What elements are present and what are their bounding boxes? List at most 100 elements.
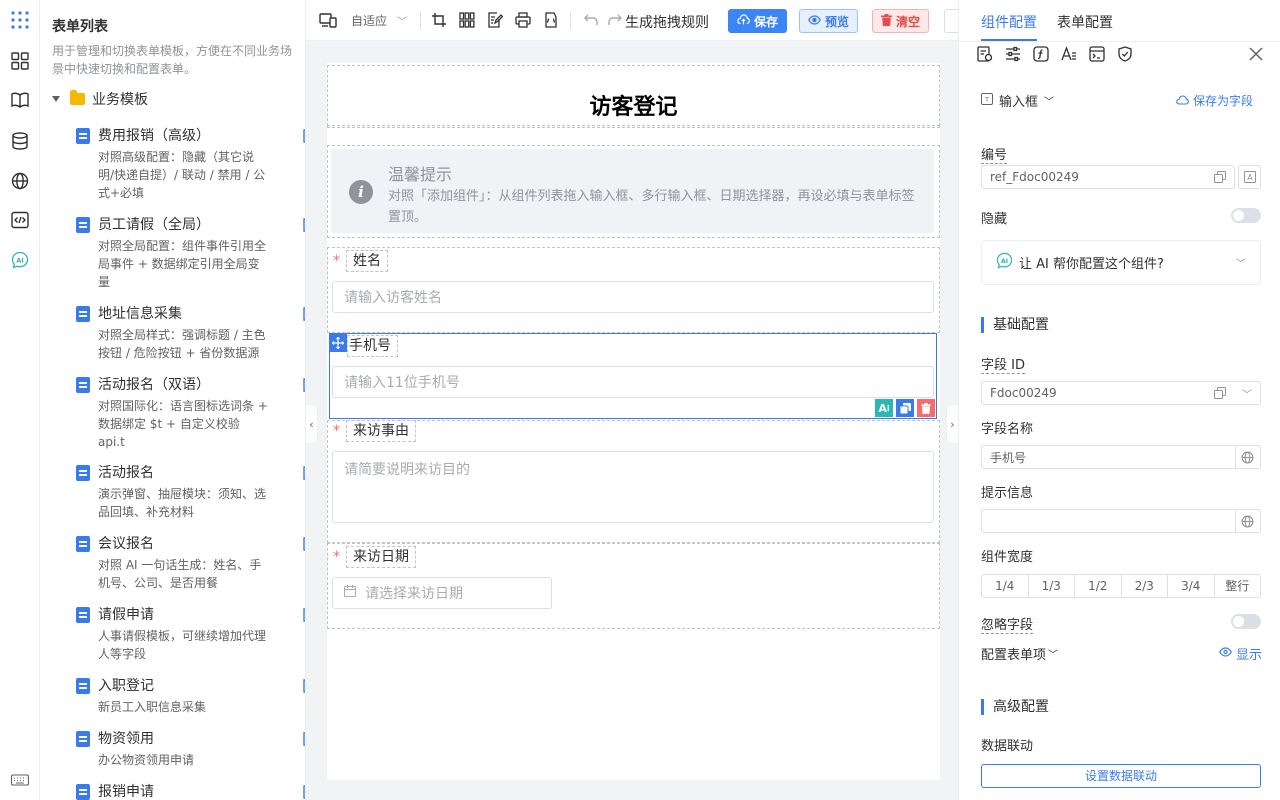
json-icon[interactable] [541,10,561,30]
chevron-down-icon: ﹀ [1236,259,1246,270]
chevron-right-icon: › [950,417,955,431]
save-as-field-button[interactable]: 保存为字段 [1176,92,1253,109]
globe-icon[interactable] [1235,445,1261,469]
config-panel: 组件配置 表单配置 T 输入框 ﹀ 保存为字段 编号 ref_Fdoc00249… [958,0,1280,800]
visit-date-picker[interactable]: 请选择来访日期 [332,577,552,609]
copy-icon[interactable] [1214,171,1226,186]
field-name-label: 字段名称 [981,422,1034,437]
database-icon[interactable] [9,130,31,152]
tab-component-config[interactable]: 组件配置 [981,12,1037,32]
item-desc: 对照全局样式：强调标题 / 主色按钮 / 危险按钮 + 省份数据源 [98,328,266,360]
device-mode-value: 自适应 [351,14,388,28]
document-icon [76,784,90,800]
document-icon [76,607,90,623]
tab-form-config[interactable]: 表单配置 [1057,12,1113,32]
item-title: 物资领用 [98,731,154,747]
function-icon[interactable] [1033,46,1049,66]
drag-handle-icon[interactable] [329,334,347,352]
edit-form-icon[interactable] [485,10,505,30]
form-settings-icon[interactable] [977,46,993,66]
clear-button[interactable]: 清空 [872,9,930,33]
component-type-select[interactable]: T 输入框 ﹀ [981,91,1054,110]
copy-component-icon[interactable] [896,399,914,417]
overflow-button[interactable] [944,9,958,33]
show-toggle[interactable]: 显示 [1219,644,1262,663]
svg-text:AI: AI [1001,258,1008,265]
device-mode-select[interactable]: 自适应 ﹀ [351,12,407,29]
ref-value: ref_Fdoc00249 [990,170,1079,184]
input-type-icon: T [981,92,993,109]
hint-input[interactable] [981,509,1236,533]
input-placeholder: 请选择来访日期 [365,586,463,602]
linkage-label: 数据联动 [981,739,1034,754]
required-mark: * [333,253,340,269]
visitor-name-input[interactable]: 请输入访客姓名 [332,281,934,313]
code-icon[interactable] [9,209,31,231]
field-label-date: * 来访日期 [333,546,416,568]
width-option[interactable]: 3/4 [1168,575,1215,597]
text-style-icon[interactable] [1061,46,1077,66]
ai-icon[interactable]: AI [9,249,31,271]
apps-grid-icon[interactable] [9,9,31,31]
icon-rail: AI [0,0,40,800]
ref-label: 编号 [981,144,1008,164]
folder-node[interactable]: 业务模板 [52,90,148,108]
globe-icon[interactable] [1235,509,1261,533]
preview-label: 预览 [825,14,850,29]
book-icon[interactable] [9,89,31,111]
generate-rules-button[interactable]: 生成拖拽规则 [625,12,709,32]
layout-grid-icon[interactable] [457,10,477,30]
collapse-right-handle[interactable]: › [946,404,958,444]
width-option[interactable]: 2/3 [1122,575,1168,597]
item-title: 活动报名（双语） [98,377,210,393]
ai-assist-collapse[interactable]: AI 让 AI 帮你配置这个组件? ﹀ [981,240,1261,285]
save-button[interactable]: 保存 [728,9,788,33]
collapse-left-handle[interactable]: ‹ [306,404,318,444]
component-grid-icon[interactable] [9,50,31,72]
code-window-icon[interactable] [1089,46,1105,66]
field-label-text: 来访日期 [346,546,416,568]
width-option[interactable]: 1/3 [1029,575,1075,597]
width-option[interactable]: 1/4 [982,575,1029,597]
trash-icon [881,13,892,29]
phone-input[interactable]: 请输入11位手机号 [332,366,934,398]
redo-icon[interactable] [605,10,625,30]
keyboard-icon[interactable] [9,769,31,791]
config-items-label: 配置表单项 [981,648,1047,663]
close-icon[interactable] [1249,47,1263,67]
font-a-icon[interactable]: A [1238,165,1261,189]
device-icon[interactable] [318,10,338,30]
delete-component-icon[interactable] [917,399,935,417]
panel-title: 表单列表 [52,19,108,35]
ai-config-icon[interactable]: Ai [875,399,893,417]
shield-icon[interactable] [1117,46,1133,66]
width-option[interactable]: 1/2 [1075,575,1122,597]
notice-title: 温馨提示 [388,165,453,184]
ignore-field-switch[interactable] [1231,614,1261,629]
item-title: 活动报名 [98,465,154,481]
field-name-value: 手机号 [990,450,1027,465]
item-desc: 对照高级配置：隐藏（其它说明/快递自提）/ 联动 / 禁用 / 公式+必填 [98,150,266,200]
globe-icon[interactable] [9,170,31,192]
preview-button[interactable]: 预览 [799,9,859,33]
ref-input[interactable]: ref_Fdoc00249 [981,165,1235,189]
calendar-icon [343,585,357,601]
copy-icon[interactable] [1214,387,1226,402]
hidden-switch[interactable] [1231,208,1261,223]
field-name-input[interactable]: 手机号 [981,445,1236,469]
width-option[interactable]: 整行 [1215,575,1261,597]
set-linkage-button[interactable]: 设置数据联动 [981,764,1261,788]
undo-icon[interactable] [581,10,601,30]
svg-text:T: T [984,96,989,103]
sliders-icon[interactable] [1005,46,1021,66]
chevron-down-icon: ﹀ [1048,650,1059,661]
caret-down-icon[interactable] [52,96,60,102]
crop-icon[interactable] [429,10,449,30]
field-id-select[interactable]: Fdoc00249 ﹀ [981,381,1261,405]
form-sheet: 访客登记 i 温馨提示 对照「添加组件」：从组件列表拖入输入框、多行输入框、日期… [327,63,940,780]
show-label: 显示 [1236,648,1263,663]
config-items-toggle[interactable]: 配置表单项 ﹀ [981,644,1058,663]
visit-reason-textarea[interactable]: 请简要说明来访目的 [332,451,934,523]
item-title: 入职登记 [98,678,154,694]
print-icon[interactable] [513,10,533,30]
